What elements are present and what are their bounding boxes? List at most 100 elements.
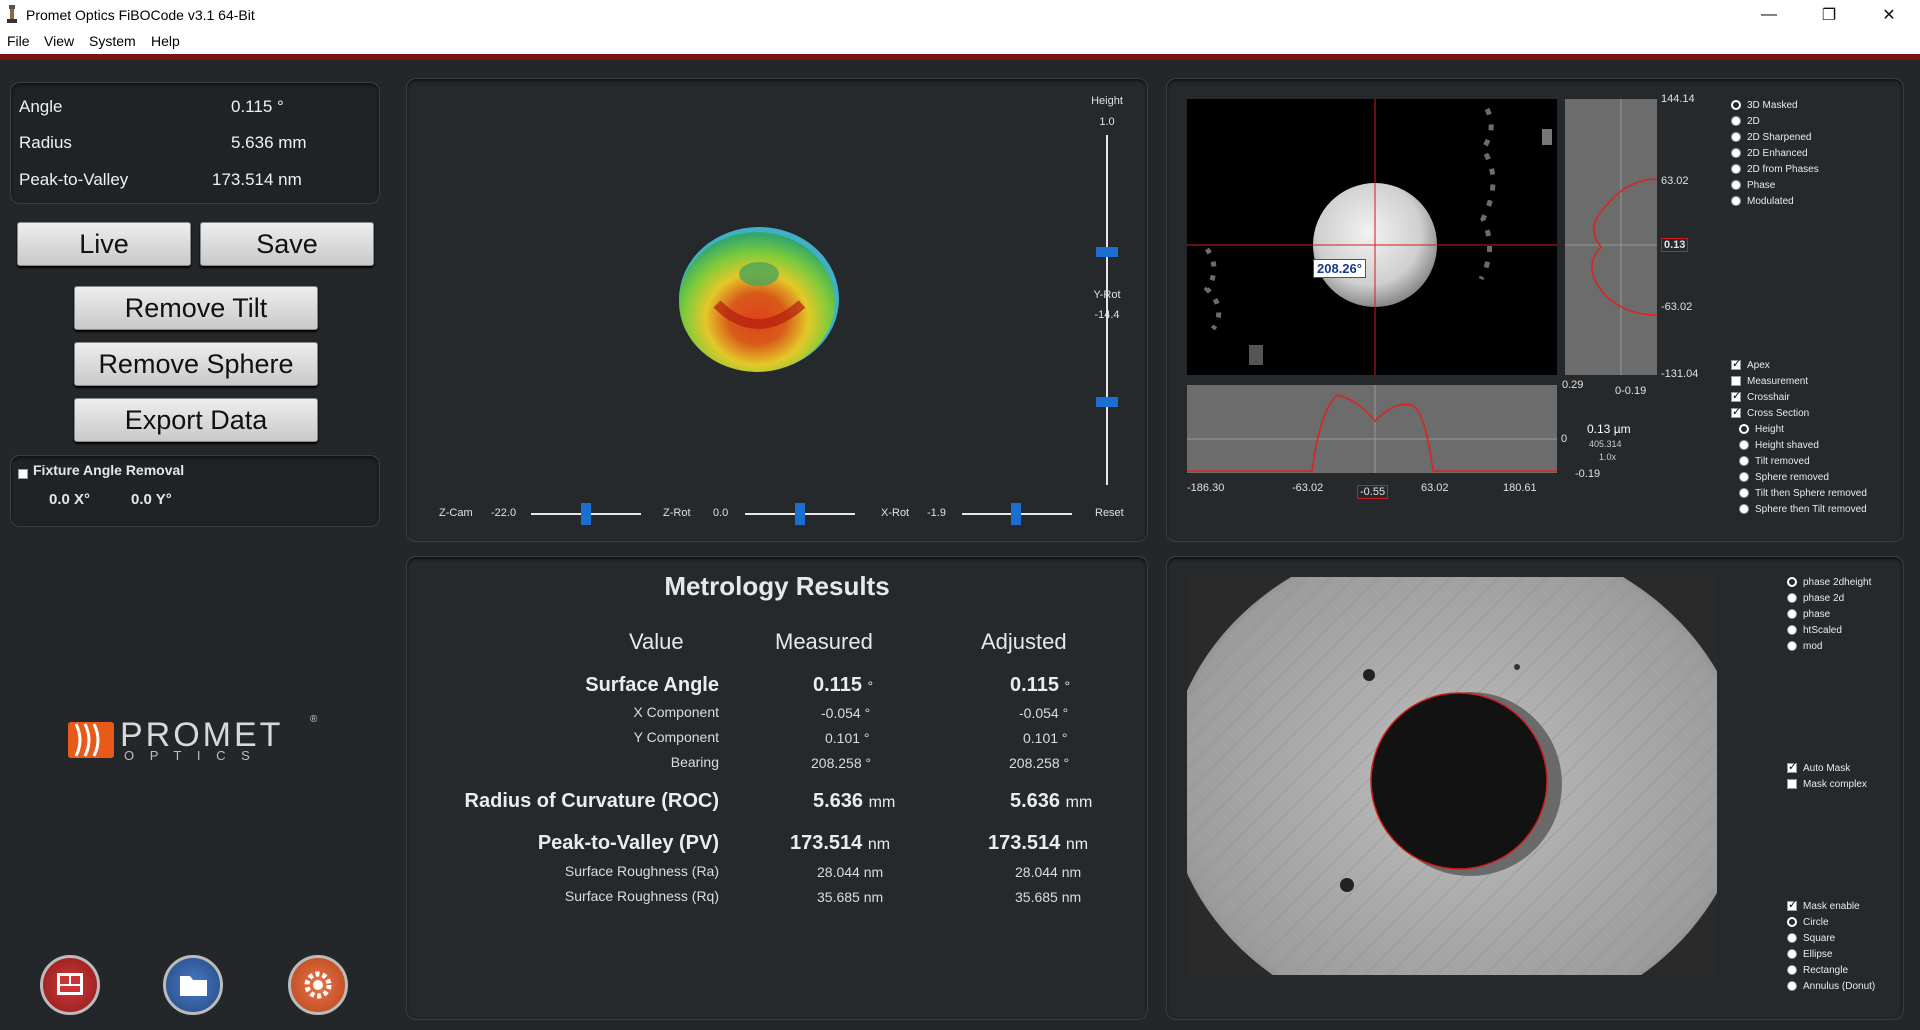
section-tilt-then-sphere[interactable]: Tilt then Sphere removed [1739,488,1867,499]
ycomp-label: Y Component [633,729,719,745]
cam-mode-phase-label: phase [1803,609,1831,620]
minimize-button[interactable]: — [1746,0,1792,30]
radio-icon [1787,981,1797,992]
analysis-panel: 208.26° 144.14 63.02 0.13 -63.02 -131.04… [1166,78,1904,542]
radio-icon [1787,933,1797,944]
roc-measured-value: 5.636 [813,790,864,812]
mask-enable-checkbox[interactable]: Mask enable [1787,898,1860,912]
mode-2d-from-phases[interactable]: 2D from Phases [1731,164,1819,175]
pv-value: 173.514 nm [212,170,302,189]
section-tilt-removed[interactable]: Tilt removed [1739,456,1810,467]
yrot-slider-thumb[interactable] [1096,397,1118,407]
save-button[interactable]: Save [200,222,374,266]
logo-sub: O P T I C S [124,748,256,763]
mode-2d[interactable]: 2D [1731,116,1760,127]
yrot-value: -14.4 [1094,309,1120,321]
cam-mode-phase-2d[interactable]: phase 2d [1787,593,1844,604]
promet-logo: PROMET ® O P T I C S [68,714,328,766]
auto-mask-label: Auto Mask [1803,763,1851,774]
reset-button[interactable]: Reset [1095,507,1124,519]
zcam-slider-thumb[interactable] [581,503,591,525]
folder-round-button[interactable] [163,955,223,1015]
shape-circle[interactable]: Circle [1787,917,1829,928]
shape-square[interactable]: Square [1787,933,1835,944]
section-height[interactable]: Height [1739,424,1784,435]
overlay-measurement[interactable]: Measurement [1731,376,1808,387]
hprofile-tick-0: -186.30 [1187,482,1225,494]
cam-mode-mod[interactable]: mod [1787,641,1822,652]
menu-file[interactable]: File [7,33,30,49]
horizontal-profile-curve [1187,385,1557,473]
xrot-label: X-Rot [881,507,910,519]
cam-mode-mod-label: mod [1803,641,1823,652]
angle-label: Angle [19,97,63,116]
bearing-measured: 208.258 ° [811,755,872,771]
menu-help[interactable]: Help [151,33,180,49]
shape-square-label: Square [1803,933,1836,944]
xrot-slider-thumb[interactable] [1011,503,1021,525]
vprofile-tick-2: 0.13 [1661,238,1689,252]
readout-main: 0.13 µm [1587,422,1631,436]
roc-measured-unit: mm [868,794,896,811]
cam-mode-phase[interactable]: phase [1787,609,1830,620]
export-data-button[interactable]: Export Data [74,398,318,442]
overlay-apex[interactable]: Apex [1731,357,1770,371]
section-tilt-then-sphere-label: Tilt then Sphere removed [1755,488,1867,499]
remove-sphere-button[interactable]: Remove Sphere [74,342,318,386]
mode-3d-masked[interactable]: 3D Masked [1731,100,1798,111]
overlay-apex-label: Apex [1747,360,1770,371]
results-panel: Metrology Results Value Measured Adjuste… [406,556,1148,1020]
mask-enable-label: Mask enable [1803,901,1860,912]
shape-ellipse-label: Ellipse [1803,949,1833,960]
restore-button[interactable]: ❐ [1806,0,1852,30]
surface-angle-adjusted: 0.115 ° [1010,674,1070,697]
section-sphere-then-tilt[interactable]: Sphere then Tilt removed [1739,504,1867,515]
settings-round-button[interactable] [288,955,348,1015]
mask-complex-checkbox[interactable]: Mask complex [1787,779,1867,790]
shape-ellipse[interactable]: Ellipse [1787,949,1832,960]
hprofile-tick-4: 180.61 [1503,482,1537,494]
camera-image[interactable] [1187,577,1717,975]
radio-icon [1787,641,1797,652]
layout-round-button[interactable] [40,955,100,1015]
col-adjusted: Adjusted [981,629,1067,654]
checkbox-icon [1731,376,1741,387]
mode-phase[interactable]: Phase [1731,180,1775,191]
height-slider-thumb[interactable] [1096,247,1118,257]
auto-mask-checkbox[interactable]: Auto Mask [1787,760,1851,774]
mode-phase-label: Phase [1747,180,1776,191]
cam-mode-phase-2dheight[interactable]: phase 2dheight [1787,577,1871,588]
section-height-shaved[interactable]: Height shaved [1739,440,1819,451]
close-button[interactable]: ✕ [1866,0,1912,30]
section-sphere-removed-label: Sphere removed [1755,472,1829,483]
vprofile-tick-3: -63.02 [1661,301,1693,313]
cam-mode-htscaled[interactable]: htScaled [1787,625,1842,636]
live-button[interactable]: Live [17,222,191,266]
gear-icon [304,971,332,999]
menu-view[interactable]: View [44,33,74,49]
height-map-2d[interactable]: 208.26° [1187,99,1557,375]
radio-icon [1731,100,1741,111]
hprofile-tick-1: -63.02 [1292,482,1324,494]
mode-2d-sharpened[interactable]: 2D Sharpened [1731,132,1812,143]
section-sphere-removed[interactable]: Sphere removed [1739,472,1829,483]
remove-tilt-button[interactable]: Remove Tilt [74,286,318,330]
radius-value: 5.636 mm [231,133,307,152]
fixture-checkbox[interactable] [18,468,28,479]
shape-rectangle[interactable]: Rectangle [1787,965,1848,976]
cam-mode-phase-2dheight-label: phase 2dheight [1803,577,1872,588]
shape-annulus[interactable]: Annulus (Donut) [1787,981,1875,992]
pv-adjusted-unit: nm [1065,836,1089,853]
mode-2d-enhanced[interactable]: 2D Enhanced [1731,148,1808,159]
shape-annulus-label: Annulus (Donut) [1803,981,1876,992]
mode-2d-sharpened-label: 2D Sharpened [1747,132,1812,143]
menu-system[interactable]: System [89,33,136,49]
zrot-slider-thumb[interactable] [795,503,805,525]
checkbox-icon [1787,898,1797,912]
overlay-cross-section[interactable]: Cross Section [1731,405,1809,419]
mode-modulated[interactable]: Modulated [1731,196,1794,207]
summary-panel: Angle 0.115 ° Radius 5.636 mm Peak-to-Va… [10,82,380,204]
overlay-crosshair[interactable]: Crosshair [1731,389,1790,403]
fixture-x: 0.0 X° [49,491,91,508]
vprofile-bottom-0: 0.29 [1562,379,1584,391]
